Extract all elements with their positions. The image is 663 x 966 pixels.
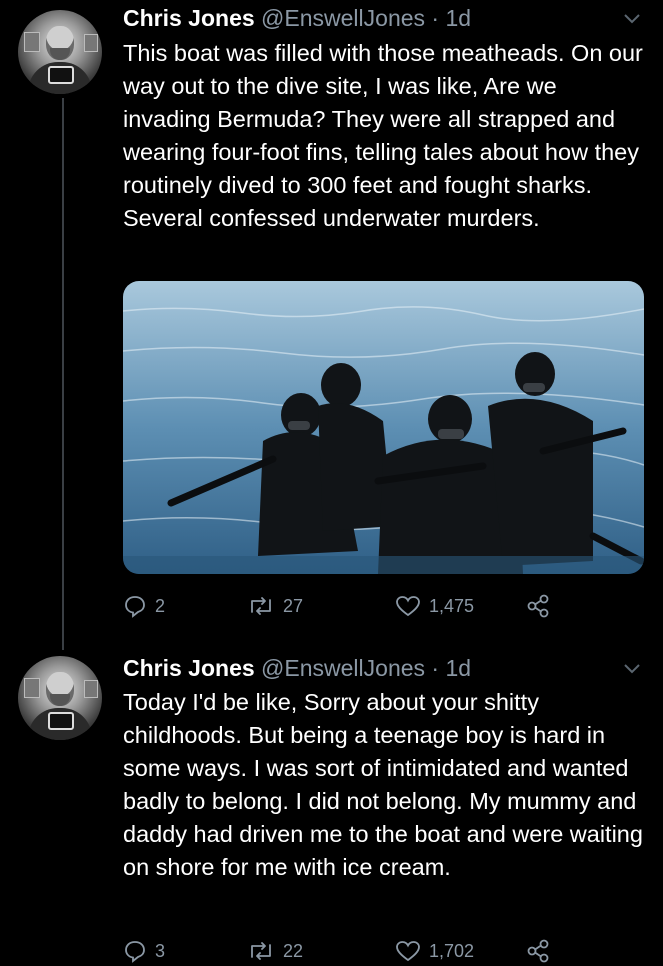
like-icon[interactable] [395,939,421,963]
tweet-header: Chris Jones @EnswellJones · 1d [123,4,471,32]
reply-icon[interactable] [123,594,147,618]
tweet-actions: 3 22 1,702 [123,936,643,966]
divers-photo [123,281,644,574]
author-name[interactable]: Chris Jones [123,5,255,31]
author-handle[interactable]: @EnswellJones [261,5,425,31]
reply-action[interactable]: 3 [123,936,165,966]
share-action[interactable] [525,936,551,966]
author-name[interactable]: Chris Jones [123,655,255,681]
retweet-action[interactable]: 22 [247,936,303,966]
tweet-text: This boat was filled with those meathead… [123,40,643,231]
reply-action[interactable]: 2 [123,591,165,621]
like-count: 1,702 [429,940,475,961]
like-action[interactable]: 1,702 [395,936,474,966]
like-action[interactable]: 1,475 [395,591,474,621]
reply-count: 2 [155,595,166,616]
separator: · [431,5,440,31]
share-icon[interactable] [525,593,551,619]
tweet-age[interactable]: 1d [445,655,471,681]
chevron-down-icon[interactable] [623,660,641,678]
retweet-action[interactable]: 27 [247,591,303,621]
thread-connector [62,98,64,650]
tweet-actions: 2 27 1,475 [123,591,643,621]
tweet-header: Chris Jones @EnswellJones · 1d [123,654,471,682]
reply-count: 3 [155,940,166,961]
share-icon[interactable] [525,938,551,964]
tweet-text: Today I'd be like, Sorry about your shit… [123,689,643,880]
like-icon[interactable] [395,594,421,618]
avatar[interactable] [18,656,102,740]
retweet-count: 22 [283,940,304,961]
retweet-icon[interactable] [247,594,275,618]
retweet-count: 27 [283,595,304,616]
tweet-age[interactable]: 1d [445,5,471,31]
like-count: 1,475 [429,595,475,616]
tweet-media-image[interactable] [123,281,644,574]
separator: · [431,655,440,681]
author-handle[interactable]: @EnswellJones [261,655,425,681]
retweet-icon[interactable] [247,939,275,963]
reply-icon[interactable] [123,939,147,963]
chevron-down-icon[interactable] [623,10,641,28]
share-action[interactable] [525,591,551,621]
avatar[interactable] [18,10,102,94]
